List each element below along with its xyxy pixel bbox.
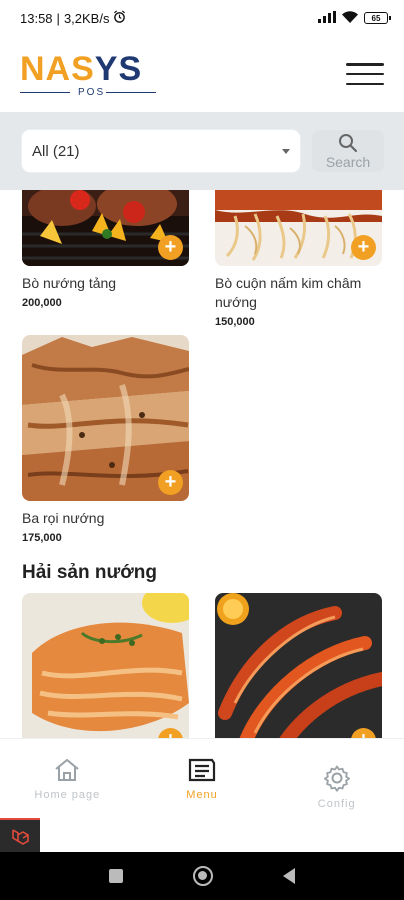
debug-strip [0,818,404,852]
menu-item-card[interactable]: + Bò cuộn nấm kim châm nướng 150,000 [215,190,382,328]
logo-wordmark: NASYS [20,52,142,86]
search-icon [339,133,358,152]
item-name: Bò nướng tảng [22,275,117,291]
hamburger-line [346,63,384,66]
back-icon[interactable] [283,868,295,884]
menu-item-card[interactable]: + [215,593,382,738]
logo-text-mid: S [71,50,95,88]
gear-icon [323,765,350,792]
category-select[interactable]: All (21) [22,130,300,172]
logo-text-left: NA [20,50,72,88]
search-button-label: Search [325,153,371,170]
nav-home-label: Home page [34,788,101,801]
status-right: 65 [318,10,391,26]
filter-bar: All (21) Search [0,112,404,190]
category-select-value: All (21) [32,142,80,160]
item-image: + [215,190,382,266]
hamburger-line [346,72,384,76]
nav-home[interactable]: Home page [0,739,135,818]
wifi-icon [342,10,358,26]
item-image: + [22,190,189,266]
item-name: Ba rọi nướng [22,510,105,526]
signal-icon [318,10,336,26]
status-time: 13:58 [20,10,53,26]
add-to-order-button[interactable]: + [158,470,183,495]
nav-config-label: Config [317,797,356,810]
status-bar: 13:58 | 3,2KB/s 65 [0,0,404,36]
item-image: + [215,593,382,738]
bottom-nav: Home page Menu Config [0,738,404,818]
home-icon [55,758,79,781]
brand-logo: NASYS POS [20,48,160,100]
android-nav-bar [0,852,404,900]
logo-rule-right [106,92,156,93]
laravel-debug-button[interactable] [0,818,40,852]
alarm-icon [113,10,126,26]
nav-menu[interactable]: Menu [135,739,270,818]
logo-subtext: POS [78,87,106,98]
item-image: + [22,593,189,738]
menu-item-card[interactable]: + Ba rọi nướng 175,000 [22,335,189,544]
item-image: + [22,335,189,501]
laravel-icon [12,829,29,845]
item-price: 150,000 [215,316,255,328]
home-circle-icon[interactable] [193,866,213,886]
menu-item-card[interactable]: + [22,593,189,738]
logo-text-right: YS [94,50,143,88]
recents-icon[interactable] [109,869,123,883]
hamburger-menu-button[interactable] [346,59,384,89]
chevron-down-icon [282,148,290,154]
battery-icon: 65 [364,12,391,24]
search-button[interactable]: Search [312,130,384,172]
nav-config[interactable]: Config [269,739,404,818]
hamburger-line [346,82,384,85]
menu-list-icon [188,758,216,781]
section-title: Hải sản nướng [22,562,157,583]
item-name: Bò cuộn nấm kim châm nướng [215,275,362,310]
battery-level: 65 [371,13,381,23]
nav-menu-label: Menu [186,788,218,801]
item-price: 200,000 [22,297,62,309]
item-price: 175,000 [22,532,62,544]
app-header: NASYS POS [0,36,404,112]
status-network-speed: 3,2KB/s [63,10,110,26]
menu-content[interactable]: + Bò nướng tảng 200,000 + Bò cuộn nấm ki… [0,190,404,738]
status-separator: | [56,10,60,26]
add-to-order-button[interactable]: + [351,235,376,260]
status-left: 13:58 | 3,2KB/s [20,10,126,26]
add-to-order-button[interactable]: + [158,235,183,260]
menu-item-card[interactable]: + Bò nướng tảng 200,000 [22,190,189,309]
logo-rule-left [20,92,70,93]
